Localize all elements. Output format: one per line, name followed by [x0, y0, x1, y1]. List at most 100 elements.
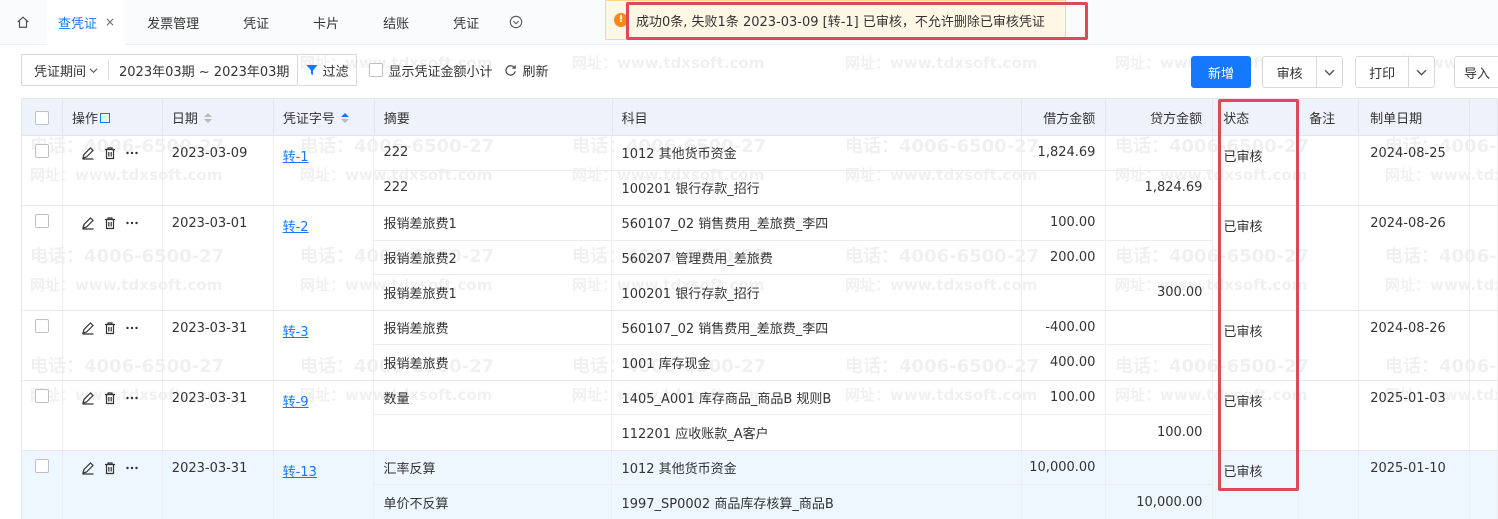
voucher-no: 转-2 [274, 206, 375, 310]
print-button-group: 打印 [1355, 56, 1435, 88]
print-dropdown-button[interactable] [1409, 57, 1434, 87]
tab-more-button[interactable] [501, 15, 531, 29]
row-checkbox[interactable] [35, 144, 49, 158]
chevron-down-icon [1416, 69, 1427, 76]
refresh-label: 刷新 [522, 64, 549, 80]
period-selector[interactable]: 凭证期间 2023年03期 ~ 2023年03期 [21, 54, 299, 86]
print-button[interactable]: 打印 [1356, 57, 1410, 87]
more-icon[interactable] [125, 146, 139, 160]
voucher-no: 转-13 [274, 450, 375, 519]
voucher-date: 2023-03-31 [163, 310, 274, 380]
delete-icon[interactable] [103, 216, 117, 230]
row-select-cell [22, 310, 63, 380]
line-credit [1106, 136, 1214, 170]
more-icon[interactable] [125, 216, 139, 230]
voucher-line: 报销差旅费2 560207 管理费用_差旅费 200.00 [374, 240, 1214, 275]
line-credit: 10,000.00 [1106, 485, 1214, 519]
delete-icon[interactable] [103, 391, 117, 405]
col-credit-label: 贷方金额 [1150, 112, 1203, 127]
line-summary: 汇率反算 [374, 450, 613, 484]
show-subtotal-toggle[interactable]: 显示凭证金额小计 [369, 61, 492, 80]
voucher-line: 数量 1405_A001 库存商品_商品B 规则B 100.00 [374, 380, 1214, 415]
chevron-down-icon [1324, 69, 1335, 76]
col-subject-label: 科目 [621, 112, 648, 127]
voucher-created-date: 2025-01-10 [1359, 450, 1471, 519]
row-actions [63, 206, 163, 310]
period-range[interactable]: 2023年03期 ~ 2023年03期 [109, 61, 297, 80]
voucher-date-text: 2023-03-01 [171, 216, 248, 231]
voucher-no-link[interactable]: 转-9 [283, 395, 309, 410]
show-subtotal-checkbox[interactable] [369, 63, 384, 77]
col-date[interactable]: 日期 [163, 99, 274, 136]
filter-button[interactable]: 过滤 [298, 54, 358, 86]
voucher-no-link[interactable]: 转-13 [283, 465, 317, 480]
tab-5[interactable]: 凭证 [431, 0, 501, 45]
voucher-line: 汇率反算 1012 其他货币资金 10,000.00 [374, 450, 1214, 485]
line-credit [1106, 310, 1214, 344]
tab-2[interactable]: 凭证 [221, 0, 291, 45]
tab-4[interactable]: 结账 [361, 0, 431, 45]
col-credit: 贷方金额 [1106, 99, 1214, 136]
edit-icon[interactable] [81, 321, 95, 335]
add-button[interactable]: 新增 [1191, 56, 1251, 88]
more-icon[interactable] [125, 321, 139, 335]
watermark-url: 网址：www.tdxsoft.com [572, 54, 765, 72]
sort-icon[interactable] [203, 112, 212, 123]
delete-icon[interactable] [103, 321, 117, 335]
select-all-checkbox[interactable] [35, 110, 49, 125]
col-note: 备注 [1299, 99, 1360, 136]
line-debit: 10,000.00 [1022, 450, 1107, 484]
created-date-text: 2024-08-25 [1370, 146, 1446, 161]
row-checkbox[interactable] [35, 458, 49, 473]
close-icon[interactable]: × [105, 15, 115, 29]
edit-icon[interactable] [81, 461, 95, 475]
tab-1[interactable]: 发票管理 [125, 0, 221, 45]
home-button[interactable] [0, 0, 46, 45]
voucher-no: 转-1 [274, 136, 375, 205]
edit-icon[interactable] [81, 216, 95, 230]
audit-dropdown-button[interactable] [1317, 57, 1342, 87]
row-checkbox[interactable] [35, 318, 49, 333]
row-actions [63, 450, 163, 519]
voucher-created-date: 2024-08-25 [1359, 136, 1471, 205]
line-summary: 报销差旅费 [374, 310, 613, 344]
audit-button[interactable]: 审核 [1263, 57, 1318, 87]
tab-3[interactable]: 卡片 [291, 0, 361, 45]
row-checkbox[interactable] [35, 388, 49, 403]
line-summary: 报销差旅费2 [374, 240, 613, 274]
col-voucher-no[interactable]: 凭证字号 [274, 99, 375, 136]
row-overflow-cell [1470, 450, 1498, 519]
more-icon[interactable] [125, 461, 139, 475]
voucher-note [1299, 136, 1360, 205]
line-debit [1022, 275, 1107, 310]
chevron-down-icon [89, 67, 98, 73]
period-type-select[interactable]: 凭证期间 [22, 60, 110, 80]
tab-label: 卡片 [313, 16, 340, 32]
line-debit: -400.00 [1022, 310, 1107, 344]
line-subject: 560207 管理费用_差旅费 [612, 240, 1023, 274]
more-icon[interactable] [125, 391, 139, 405]
col-created-label: 制单日期 [1370, 112, 1423, 127]
voucher-no-link[interactable]: 转-2 [283, 220, 309, 235]
audit-button-group: 审核 [1262, 56, 1343, 88]
tab-0[interactable]: 查凭证 × [46, 0, 126, 45]
line-debit [1022, 415, 1107, 450]
row-checkbox[interactable] [35, 214, 49, 228]
voucher-no-link[interactable]: 转-3 [283, 325, 309, 340]
created-date-text: 2025-01-03 [1370, 390, 1446, 406]
select-all-cell [22, 99, 63, 136]
column-settings-icon[interactable] [100, 112, 110, 123]
sort-icon[interactable] [340, 112, 349, 123]
edit-icon[interactable] [81, 391, 95, 405]
voucher-no-link[interactable]: 转-1 [283, 150, 309, 165]
voucher-date-text: 2023-03-31 [171, 460, 248, 476]
import-button[interactable]: 导入 [1454, 56, 1498, 88]
line-debit: 400.00 [1022, 345, 1107, 380]
voucher-lines: 报销差旅费1 560107_02 销售费用_差旅费_李四 100.00 报销差旅费2 5… [374, 206, 1214, 310]
delete-icon[interactable] [103, 146, 117, 160]
tab-label: 凭证 [243, 16, 270, 32]
voucher-line: 报销差旅费 1001 库存现金 400.00 [374, 345, 1214, 380]
edit-icon[interactable] [81, 146, 95, 160]
delete-icon[interactable] [103, 461, 117, 475]
refresh-button[interactable]: 刷新 [504, 61, 548, 80]
